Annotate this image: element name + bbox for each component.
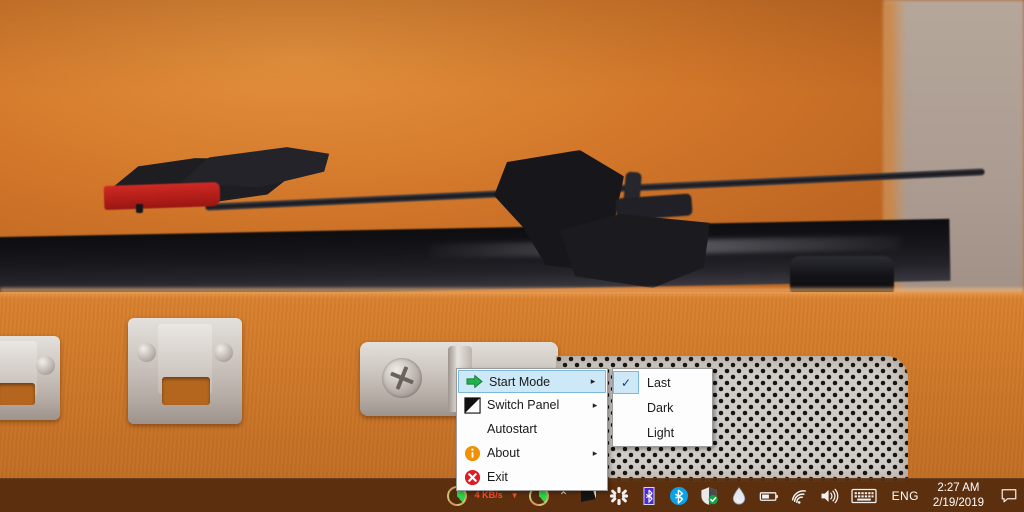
stylus-icon [136,204,143,213]
menu-item-exit[interactable]: Exit [457,465,607,489]
taskbar-clock[interactable]: 2:27 AM 2/19/2019 [927,481,994,511]
language-indicator[interactable]: ENG [884,489,927,503]
menu-item-exit-label: Exit [487,470,508,484]
menu-item-autostart-label: Autostart [487,422,538,436]
bluetooth-device-icon[interactable] [634,479,664,512]
suitcase-latch-center [128,318,242,424]
submenu-item-light-label: Light [647,425,675,440]
start-mode-submenu[interactable]: ✓ Last Dark Light [612,368,713,447]
red-cartridge [103,181,221,211]
suitcase-top-edge [0,288,1024,298]
app-pinwheel-icon[interactable] [604,479,634,512]
menu-item-switch-panel-label: Switch Panel [487,398,560,412]
battery-icon[interactable] [754,479,784,512]
submenu-item-dark[interactable]: Dark [613,395,712,420]
checkmark-icon: ✓ [613,371,639,394]
submenu-item-light[interactable]: Light [613,420,712,445]
suitcase-latch-left [0,336,60,420]
clock-time: 2:27 AM [937,481,980,494]
desktop-screen: 4 KB/s ▼ ⌃ ENG 2:27 AM 2/19/2019 Start M… [0,0,1024,512]
menu-item-about-label: About [487,446,520,460]
menu-item-about[interactable]: About ▸ [457,441,607,465]
windows-defender-shield-icon[interactable] [694,479,724,512]
chevron-right-icon: ▸ [592,447,598,458]
volume-icon[interactable] [814,479,844,512]
action-center-button[interactable] [994,479,1024,512]
speaker-grille [556,356,908,482]
bluetooth-icon[interactable] [664,479,694,512]
red-x-circle-icon [457,469,487,486]
menu-item-start-mode-label: Start Mode [489,374,551,389]
clock-date: 2/19/2019 [932,496,984,509]
info-circle-icon [457,445,487,462]
water-drop-icon[interactable] [724,479,754,512]
wifi-icon[interactable] [784,479,814,512]
submenu-item-last[interactable]: ✓ Last [613,370,712,395]
network-speed-indicator[interactable]: 4 KB/s [472,490,506,500]
submenu-item-dark-label: Dark [647,400,674,415]
submenu-item-last-label: Last [647,375,671,390]
checkmark-placeholder [613,395,639,420]
chevron-right-icon: ▸ [592,399,598,410]
touch-keyboard-icon[interactable] [844,479,884,512]
black-white-triangle-icon [457,396,487,414]
tray-context-menu[interactable]: Start Mode ▸ Switch Panel ▸ Autostart Ab… [456,368,608,491]
menu-item-start-mode[interactable]: Start Mode ▸ [458,370,606,393]
menu-item-autostart[interactable]: Autostart [457,417,607,441]
menu-item-switch-panel[interactable]: Switch Panel ▸ [457,393,607,417]
checkmark-placeholder [613,420,639,445]
chevron-right-icon: ▸ [590,376,596,386]
green-arrow-icon [459,373,489,390]
